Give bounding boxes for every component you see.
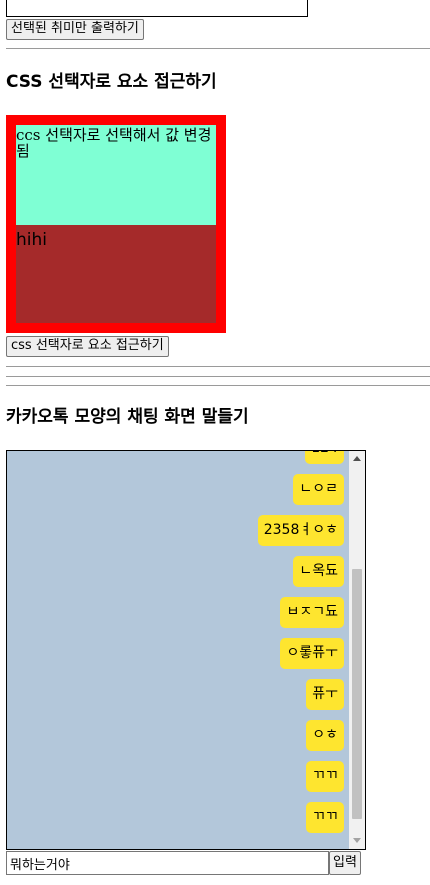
css-selector-heading: CSS 선택자로 요소 접근하기 bbox=[6, 72, 217, 92]
brown-box: hihi bbox=[16, 225, 216, 323]
scroll-thumb[interactable] bbox=[352, 569, 362, 819]
chat-message-input[interactable] bbox=[6, 851, 329, 875]
print-selected-hobbies-button[interactable]: 선택된 취미만 출력하기 bbox=[6, 19, 144, 40]
hobby-output-field[interactable] bbox=[6, 0, 308, 17]
send-button[interactable]: 입력 bbox=[329, 851, 361, 875]
scroll-up-arrow-icon[interactable] bbox=[349, 451, 365, 467]
chat-scrollbar[interactable] bbox=[349, 451, 365, 849]
divider bbox=[6, 376, 430, 377]
chat-heading: 카카오톡 모양의 채팅 화면 말들기 bbox=[6, 407, 249, 427]
divider bbox=[6, 366, 430, 367]
divider bbox=[6, 48, 430, 49]
chat-message-bubble: ㄴㅇㄹ bbox=[293, 474, 344, 505]
chat-message-bubble: 퓨ㅜ bbox=[306, 679, 344, 710]
chat-window[interactable]: 124ㄴㅇㄹ2358ㅕㅇㅎㄴ옥됴ㅂㅈㄱ됴ㅇ롷퓨ㅜ퓨ㅜㅇㅎㄲㄲㄲㄲ bbox=[6, 450, 366, 850]
chat-message-bubble: ㄲㄲ bbox=[306, 761, 344, 792]
chat-message-bubble: ㅇㅎ bbox=[306, 720, 344, 751]
divider bbox=[6, 385, 430, 386]
chat-message-list: 124ㄴㅇㄹ2358ㅕㅇㅎㄴ옥됴ㅂㅈㄱ됴ㅇ롷퓨ㅜ퓨ㅜㅇㅎㄲㄲㄲㄲ bbox=[7, 451, 350, 849]
scroll-down-arrow-icon[interactable] bbox=[349, 833, 365, 849]
chat-message-bubble: 124 bbox=[305, 451, 344, 464]
chat-message-bubble: ㅇ롷퓨ㅜ bbox=[280, 638, 344, 669]
chat-message-bubble: 2358ㅕㅇㅎ bbox=[257, 515, 344, 546]
chat-message-bubble: ㄲㄲ bbox=[306, 802, 344, 833]
aquamarine-box: ccs 선택자로 선택해서 값 변경됨 bbox=[16, 125, 216, 225]
css-selector-button[interactable]: css 선택자로 요소 접근하기 bbox=[6, 336, 169, 357]
chat-message-bubble: ㄴ옥됴 bbox=[293, 556, 344, 587]
chat-message-bubble: ㅂㅈㄱ됴 bbox=[280, 597, 344, 628]
